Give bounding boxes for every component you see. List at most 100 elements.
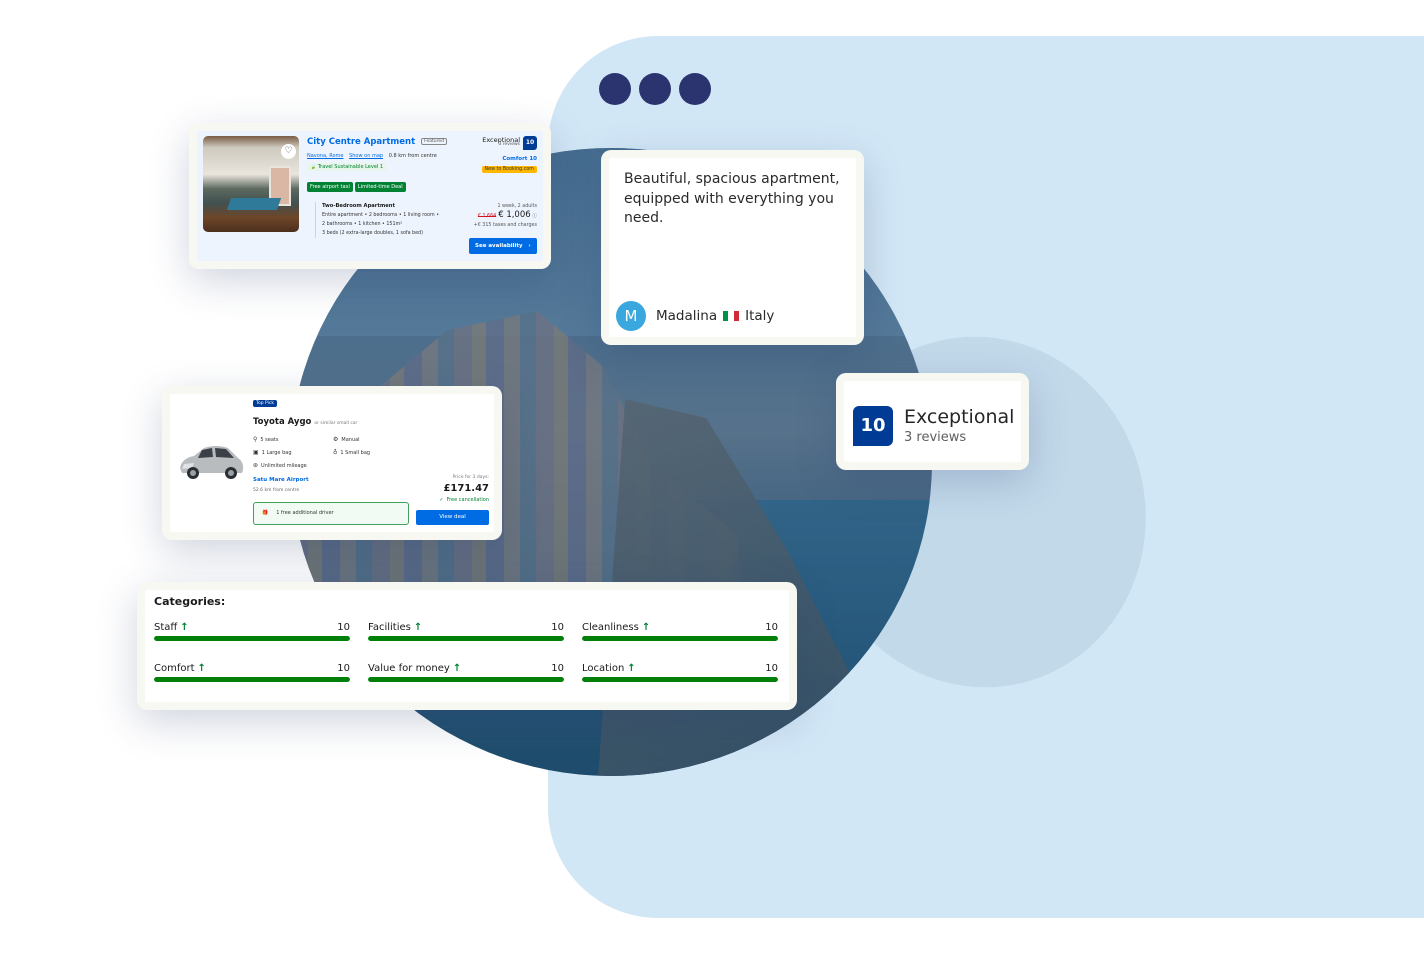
reviewer-country: Italy (745, 308, 775, 324)
arrow-up-icon: ↑ (641, 622, 651, 633)
gear-shift-icon: ⚙ (333, 436, 339, 443)
arrow-up-icon: ↑ (180, 622, 189, 633)
bag-icon: ♁ (333, 449, 338, 456)
rating-summary-card: 10 Exceptional 3 reviews (836, 373, 1029, 470)
category-label: Comfort (154, 663, 195, 674)
taxes: +€ 315 taxes and charges (473, 223, 537, 228)
feature-small-bag: ♁ 1 Small bag (333, 449, 371, 456)
feature-seats: ⚲ 5 seats (253, 436, 279, 443)
feature-large-bag: ▣ 1 Large bag (253, 449, 292, 456)
arrow-up-icon: ↑ (452, 663, 462, 674)
room-name: Two-Bedroom Apartment (322, 203, 395, 209)
category-bar (368, 636, 564, 641)
leaf-icon: 🍃 (310, 164, 317, 170)
view-deal-button[interactable]: View deal (416, 510, 489, 525)
pickup-distance: 52.6 km from centre (253, 488, 300, 493)
arrow-up-icon: ↑ (413, 622, 423, 633)
reviewer-name: Madalina (656, 308, 718, 324)
category-label: Cleanliness (582, 622, 639, 633)
window-dot (679, 73, 711, 105)
avatar: M (616, 301, 646, 331)
free-cancellation: ✓ Free cancellation (439, 497, 489, 503)
category-facilities: Facilities ↑ 10 (368, 622, 564, 641)
score-badge: 10 (853, 406, 893, 446)
info-icon[interactable]: ⓘ (532, 214, 537, 219)
see-availability-button[interactable]: See availability › (469, 238, 537, 254)
feature-transmission: ⚙ Manual (333, 436, 360, 443)
category-score: 10 (337, 663, 350, 674)
arrow-up-icon: ↑ (197, 663, 206, 674)
category-score: 10 (765, 622, 778, 633)
categories-title: Categories: (154, 595, 226, 608)
car-rental-card: Top Pick Toyota Aygo or similar small ca… (162, 386, 502, 540)
location-link[interactable]: Navona, Rome (307, 153, 344, 159)
suitcase-icon: ▣ (253, 449, 259, 456)
old-price: € 1,664 (477, 214, 497, 219)
reviewer: M Madalina Italy (616, 301, 774, 331)
price-block: 1 week, 2 adults € 1,664 € 1,006 ⓘ +€ 315… (474, 202, 537, 230)
guest-review-card: Beautiful, spacious apartment, equipped … (601, 150, 864, 345)
chevron-right-icon: › (524, 243, 531, 249)
show-on-map-link[interactable]: Show on map (349, 153, 383, 159)
category-score: 10 (551, 622, 564, 633)
category-bar (154, 677, 350, 682)
hotel-listing-card: ♡ City Centre Apartment Featured Navona,… (189, 123, 551, 269)
category-label: Staff (154, 622, 178, 633)
category-comfort: Comfort ↑ 10 (154, 663, 350, 682)
category-score: 10 (551, 663, 564, 674)
category-bar-fill (368, 677, 564, 682)
category-bar (582, 677, 778, 682)
price-title: Price for 3 days: (452, 475, 489, 480)
review-score[interactable]: Exceptional 3 reviews 10 (482, 136, 537, 155)
gift-icon: 🎁 (262, 510, 269, 516)
rating-label: Exceptional (904, 406, 1015, 428)
category-bar (154, 636, 350, 641)
check-icon: ✓ (439, 497, 447, 503)
category-score: 10 (765, 663, 778, 674)
category-label: Value for money (368, 663, 450, 674)
featured-badge: Featured (421, 138, 447, 145)
feature-mileage: ⊛ Unlimited mileage (253, 462, 307, 469)
distance: 0.8 km from centre (388, 153, 437, 159)
marketing-illustration: ♡ City Centre Apartment Featured Navona,… (0, 0, 1424, 954)
window-dot (599, 73, 631, 105)
category-score: 10 (337, 622, 350, 633)
category-label: Location (582, 663, 625, 674)
new-to-booking-badge: New to Booking.com (481, 166, 537, 173)
person-icon: ⚲ (253, 436, 258, 443)
tag-free-airport-taxi: Free airport taxi (307, 182, 353, 192)
category-location: Location ↑ 10 (582, 663, 778, 682)
stay-info: 1 week, 2 adults (497, 204, 537, 209)
category-bar-fill (368, 636, 564, 641)
heart-icon[interactable]: ♡ (281, 144, 296, 159)
category-staff: Staff ↑ 10 (154, 622, 350, 641)
score-badge: 10 (523, 136, 537, 150)
free-driver-banner: 🎁 1 free additional driver (253, 502, 409, 525)
category-bar-fill (582, 636, 778, 641)
deal-tags: Free airport taxi Limited-time Deal (307, 182, 406, 192)
category-bar-fill (154, 636, 350, 641)
pickup-location-link[interactable]: Satu Mare Airport (253, 477, 309, 483)
category-value-for-money: Value for money ↑ 10 (368, 663, 564, 682)
sustainability-badge: 🍃 Travel Sustainable Level 1 (307, 163, 387, 171)
category-cleanliness: Cleanliness ↑ 10 (582, 622, 778, 641)
car-image (180, 446, 244, 479)
comfort-score: Comfort 10 (502, 156, 537, 162)
review-text: Beautiful, spacious apartment, equipped … (624, 171, 840, 226)
review-count: 3 reviews (904, 430, 967, 445)
car-price: £171.47 (443, 483, 489, 494)
categories-card: Categories: Staff ↑ 10 Facilities ↑ 10 Cleanli… (137, 582, 797, 710)
category-bar-fill (582, 677, 778, 682)
window-dots (599, 73, 711, 105)
current-price: € 1,006 (498, 210, 531, 220)
tag-limited-time-deal: Limited-time Deal (354, 182, 406, 192)
category-bar (368, 677, 564, 682)
room-info: Two-Bedroom Apartment Entire apartment •… (315, 202, 439, 238)
hotel-location: Navona, Rome Show on map 0.8 km from cen… (307, 153, 437, 159)
category-bar (582, 636, 778, 641)
car-model: Toyota Aygo or similar small car (253, 417, 358, 427)
apartment-photo[interactable]: ♡ (203, 136, 299, 232)
hotel-title[interactable]: City Centre Apartment Featured (307, 137, 447, 147)
category-label: Facilities (368, 622, 411, 633)
italy-flag-icon (723, 311, 740, 321)
